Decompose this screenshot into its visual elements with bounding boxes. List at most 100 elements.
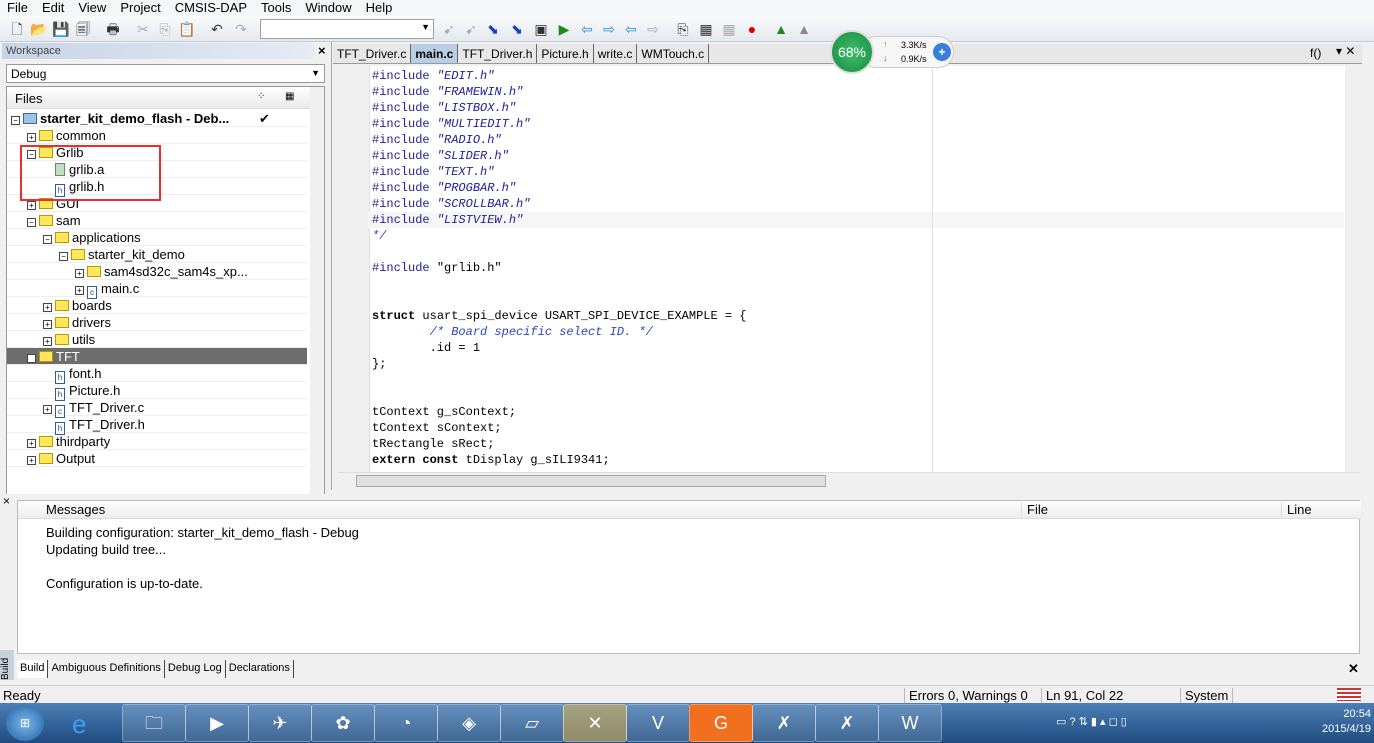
breakpoint-icon[interactable]: ⬊ xyxy=(484,20,502,38)
tray-icons[interactable]: ▭ ? ⇅ ▮ ▴ ◻ ▯ xyxy=(1056,715,1127,728)
ie-icon[interactable]: e xyxy=(72,709,86,740)
start-button[interactable]: ⊞ xyxy=(6,705,44,741)
tab-tft-driver-c[interactable]: TFT_Driver.c xyxy=(333,44,412,63)
tab-declarations[interactable]: Declarations xyxy=(226,660,294,678)
explorer-icon[interactable]: 🗀 xyxy=(122,704,186,742)
tree-item[interactable]: + boards xyxy=(7,297,307,314)
tab-picture-h[interactable]: Picture.h xyxy=(537,44,594,63)
app-browser-icon[interactable]: ◔ xyxy=(374,704,438,742)
clock[interactable]: 20:54 2015/4/19 xyxy=(1322,707,1371,737)
col-file[interactable]: File xyxy=(1021,502,1048,517)
collapse-icon[interactable]: − xyxy=(43,235,52,244)
make-icon[interactable]: ▦ xyxy=(697,20,715,38)
plus-icon[interactable]: + xyxy=(933,43,951,61)
tab-ambiguous-definitions[interactable]: Ambiguous Definitions xyxy=(48,660,165,678)
nav-icon[interactable]: ⇦ xyxy=(622,20,640,38)
col-messages[interactable]: Messages xyxy=(46,502,105,517)
tree-scrollbar[interactable] xyxy=(310,87,324,499)
tree-item[interactable]: + Output xyxy=(7,450,307,467)
menu-help[interactable]: Help xyxy=(359,0,400,16)
tree-item[interactable]: − starter_kit_demo_flash - Deb... ✔ xyxy=(7,110,307,127)
save-icon[interactable]: 💾 xyxy=(52,20,70,38)
tab-wmtouch-c[interactable]: WMTouch.c xyxy=(637,44,710,63)
breakpoint-toggle-icon[interactable]: ● xyxy=(743,20,761,38)
close-icon[interactable]: × xyxy=(318,43,326,58)
stop-build-icon[interactable]: ▦ xyxy=(720,20,738,38)
tree-item[interactable]: h font.h xyxy=(7,365,307,384)
find-combo[interactable]: ▼ xyxy=(260,19,434,39)
back-icon[interactable]: ⇦ xyxy=(578,20,596,38)
tab-write-c[interactable]: write.c xyxy=(594,44,638,63)
tree-item[interactable]: + sam4sd32c_sam4s_xp... xyxy=(7,263,307,280)
tree-item[interactable]: + utils xyxy=(7,331,307,348)
expand-icon[interactable]: + xyxy=(43,320,52,329)
debug-icon[interactable]: ⬊ xyxy=(508,20,526,38)
app-cube-icon[interactable]: ◈ xyxy=(437,704,501,742)
stm32-icon[interactable]: ✕ xyxy=(563,704,627,742)
tree-item[interactable]: h Picture.h xyxy=(7,382,307,401)
configuration-select[interactable]: Debug ▼ xyxy=(6,64,325,83)
expand-icon[interactable]: + xyxy=(43,405,52,414)
bookmark-icon[interactable]: ➹ xyxy=(462,20,480,38)
new-file-icon[interactable]: 🗋 xyxy=(8,20,26,38)
expand-icon[interactable]: + xyxy=(27,201,36,210)
menu-file[interactable]: File xyxy=(0,0,35,16)
copy-icon[interactable]: ⎘ xyxy=(156,20,174,38)
tree-item[interactable]: + thirdparty xyxy=(7,433,307,450)
collapse-icon[interactable]: − xyxy=(11,116,20,125)
save-all-icon[interactable]: 🗐 xyxy=(74,20,92,38)
tree-item[interactable]: + c main.c xyxy=(7,280,307,299)
collapse-icon[interactable]: − xyxy=(27,354,36,363)
open-folder-icon[interactable]: 📂 xyxy=(30,20,48,38)
make-icon[interactable]: ▦ xyxy=(285,91,294,102)
menu-tools[interactable]: Tools xyxy=(254,0,298,16)
expand-icon[interactable]: + xyxy=(43,337,52,346)
paste-icon[interactable]: 📋 xyxy=(178,20,196,38)
options-icon[interactable]: ⁘ xyxy=(257,91,265,102)
toggle-bookmark-icon[interactable]: ➹ xyxy=(440,20,458,38)
pdf-icon[interactable]: G xyxy=(689,704,753,742)
col-line[interactable]: Line xyxy=(1281,502,1312,517)
undo-icon[interactable]: ↶ xyxy=(208,20,226,38)
tab-debug-log[interactable]: Debug Log xyxy=(165,660,226,678)
word-icon[interactable]: W xyxy=(878,704,942,742)
expand-icon[interactable]: + xyxy=(75,269,84,278)
redo-icon[interactable]: ↷ xyxy=(232,20,250,38)
window-icon[interactable]: ▣ xyxy=(532,20,550,38)
close-output-icon[interactable]: ✕ xyxy=(1348,661,1359,677)
step-icon[interactable]: ▶ xyxy=(555,20,573,38)
tab-tft-driver-h[interactable]: TFT_Driver.h xyxy=(458,44,538,63)
app-color-icon[interactable]: ✿ xyxy=(311,704,375,742)
tool-icon-2[interactable]: ✗ xyxy=(815,704,879,742)
tree-item[interactable]: − starter_kit_demo xyxy=(7,246,307,263)
editor-vscrollbar[interactable] xyxy=(1345,66,1361,472)
debug-no-download-icon[interactable]: ▲ xyxy=(795,20,813,38)
print-icon[interactable]: 🖶 xyxy=(104,20,122,38)
nav-next-icon[interactable]: ⇨ xyxy=(644,20,662,38)
download-debug-icon[interactable]: ▲ xyxy=(772,20,790,38)
tab-build[interactable]: Build xyxy=(17,660,49,678)
collapse-icon[interactable]: − xyxy=(27,218,36,227)
expand-icon[interactable]: + xyxy=(27,456,36,465)
tree-item[interactable]: + c TFT_Driver.c xyxy=(7,399,307,418)
function-indicator[interactable]: f() xyxy=(1310,46,1321,60)
menu-cmsis-dap[interactable]: CMSIS-DAP xyxy=(168,0,254,16)
tree-item[interactable]: − applications xyxy=(7,229,307,246)
expand-icon[interactable]: + xyxy=(43,303,52,312)
close-editor-icon[interactable]: ▾ ✕ xyxy=(1336,44,1355,58)
tool-icon[interactable]: ✗ xyxy=(752,704,816,742)
keil-icon[interactable]: V xyxy=(626,704,690,742)
scroll-thumb[interactable] xyxy=(356,475,826,487)
tab-main-c[interactable]: main.c xyxy=(411,44,459,63)
tree-item[interactable]: h TFT_Driver.h xyxy=(7,416,307,435)
close-icon[interactable]: × xyxy=(3,494,10,508)
collapse-icon[interactable]: − xyxy=(59,252,68,261)
forward-icon[interactable]: ⇨ xyxy=(600,20,618,38)
cut-icon[interactable]: ✂ xyxy=(134,20,152,38)
network-monitor-widget[interactable]: ↑ 3.3K/s ↓ 0.9K/s + 68% xyxy=(830,30,955,74)
tree-item[interactable]: + drivers xyxy=(7,314,307,331)
editor-hscrollbar[interactable] xyxy=(338,472,1360,488)
expand-icon[interactable]: + xyxy=(75,286,84,295)
notepad-icon[interactable]: ▱ xyxy=(500,704,564,742)
menu-project[interactable]: Project xyxy=(113,0,167,16)
